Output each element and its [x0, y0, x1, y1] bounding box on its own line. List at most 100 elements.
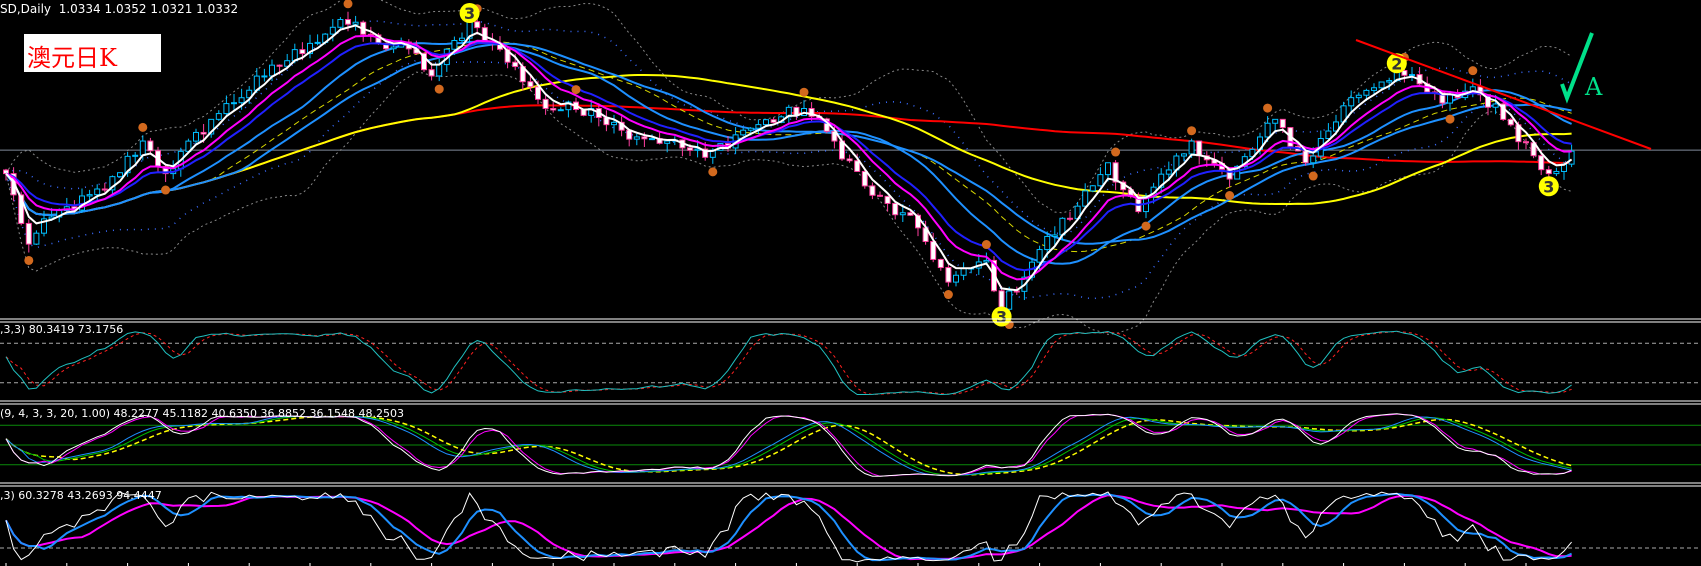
candle-bull	[132, 154, 139, 157]
candle-bear	[428, 69, 435, 77]
candle-bear	[937, 258, 944, 269]
candle-bull	[633, 136, 640, 140]
candle-bear	[1507, 118, 1514, 126]
multi-panel-label: (9, 4, 3, 3, 20, 1.00) 48.2277 45.1182 4…	[0, 407, 404, 420]
candle-bull	[337, 19, 344, 28]
swing-low-marker	[708, 167, 718, 177]
stoch-panel	[0, 330, 1701, 396]
candle-bull	[436, 64, 443, 77]
swing-high-marker	[1468, 66, 1478, 76]
candle-bull	[1051, 234, 1058, 237]
symbol-label: SD,Daily	[0, 2, 52, 16]
candle-bull	[1006, 290, 1013, 310]
candle-bear	[3, 169, 9, 175]
candle-bull	[1089, 185, 1096, 192]
candle-bear	[877, 194, 883, 197]
candle-bear	[884, 195, 891, 204]
stoch-k-line	[5, 330, 1572, 396]
candle-bull	[1363, 89, 1370, 96]
candle-bear	[1196, 140, 1203, 157]
candle-bear	[535, 86, 541, 100]
high-value: 1.0352	[104, 2, 147, 16]
price-chart[interactable]: 3323A	[0, 0, 1701, 566]
candle-bull	[1568, 150, 1575, 165]
swing-high-marker	[799, 87, 809, 97]
chart-window: 3323A SD,Daily 1.0334 1.0352 1.0321 1.03…	[0, 0, 1701, 566]
candle-bull	[1272, 118, 1279, 124]
candle-bear	[101, 188, 108, 191]
kdj-white-line	[5, 491, 1572, 563]
candle-bull	[223, 103, 230, 115]
kdj-panel	[0, 491, 1701, 563]
close-value: 1.0332	[196, 2, 239, 16]
candle-bear	[542, 98, 549, 110]
kdj-panel-label: ,3) 60.3278 43.2693 94.4447	[0, 489, 162, 502]
candle-bull	[960, 267, 967, 276]
candle-bear	[861, 170, 868, 187]
swing-low-marker	[943, 290, 953, 300]
swing-high-marker	[1263, 103, 1273, 113]
low-value: 1.0321	[150, 2, 193, 16]
candle-bull	[1097, 174, 1104, 187]
candle-bull	[352, 21, 359, 25]
candle-bull	[451, 40, 458, 50]
candle-bull	[1371, 87, 1377, 91]
candle-bear	[200, 131, 207, 135]
candle-bull	[1447, 94, 1453, 104]
candle-bull	[1409, 74, 1415, 77]
swing-high-marker	[1187, 126, 1197, 136]
candle-bull	[86, 194, 93, 197]
swing-high-marker	[138, 122, 148, 132]
candle-bull	[1553, 170, 1560, 175]
candle-bull	[139, 140, 146, 156]
candle-bear	[299, 49, 306, 55]
candle-bear	[527, 81, 534, 88]
candle-bear	[1545, 169, 1552, 175]
candle-bear	[25, 222, 32, 245]
candle-bear	[945, 267, 952, 283]
candle-bull	[193, 131, 199, 142]
candle-bull	[1378, 81, 1385, 89]
swing-low-marker	[1141, 221, 1151, 231]
candle-bear	[869, 185, 876, 196]
wave-label-2: 3	[996, 307, 1007, 326]
signal-label-a: A	[1584, 73, 1603, 101]
candle-bear	[474, 21, 481, 29]
swing-high-marker	[343, 0, 353, 9]
ma-lightblue-20	[5, 40, 1572, 265]
candle-bull	[1386, 80, 1393, 83]
red-trendline	[1355, 39, 1652, 150]
candle-bull	[1105, 162, 1111, 176]
candle-bull	[1355, 94, 1362, 99]
candle-bull	[1310, 155, 1317, 164]
candle-bull	[740, 129, 747, 136]
candle-bull	[983, 259, 990, 263]
candle-bull	[1188, 140, 1195, 155]
stoch-panel-label: ,3,3) 80.3419 73.1756	[0, 323, 124, 336]
candle-bull	[1044, 235, 1051, 251]
candle-bear	[687, 147, 693, 151]
candle-bear	[1279, 118, 1286, 129]
ma-blue	[5, 42, 1572, 272]
candle-bull	[1348, 97, 1355, 107]
candle-bull	[1325, 130, 1332, 139]
swing-low-marker	[1225, 191, 1235, 201]
envelope-dots-lower	[5, 59, 1572, 300]
candle-bull	[231, 102, 237, 105]
candle-bull	[755, 124, 762, 129]
swing-low-marker	[161, 185, 171, 195]
candle-bull	[1082, 190, 1089, 207]
candle-bull	[747, 127, 754, 131]
candle-bull	[269, 64, 275, 77]
swing-high-marker	[1111, 147, 1121, 157]
candle-bull	[33, 232, 40, 245]
candle-bull	[557, 109, 564, 112]
candle-bear	[907, 212, 914, 216]
wave-label-1: 3	[464, 4, 475, 23]
candle-bear	[276, 64, 283, 67]
open-value: 1.0334	[58, 2, 101, 16]
candle-bear	[147, 140, 154, 152]
candle-bull	[329, 26, 336, 35]
candle-bull	[238, 97, 245, 104]
candle-bull	[664, 140, 671, 144]
